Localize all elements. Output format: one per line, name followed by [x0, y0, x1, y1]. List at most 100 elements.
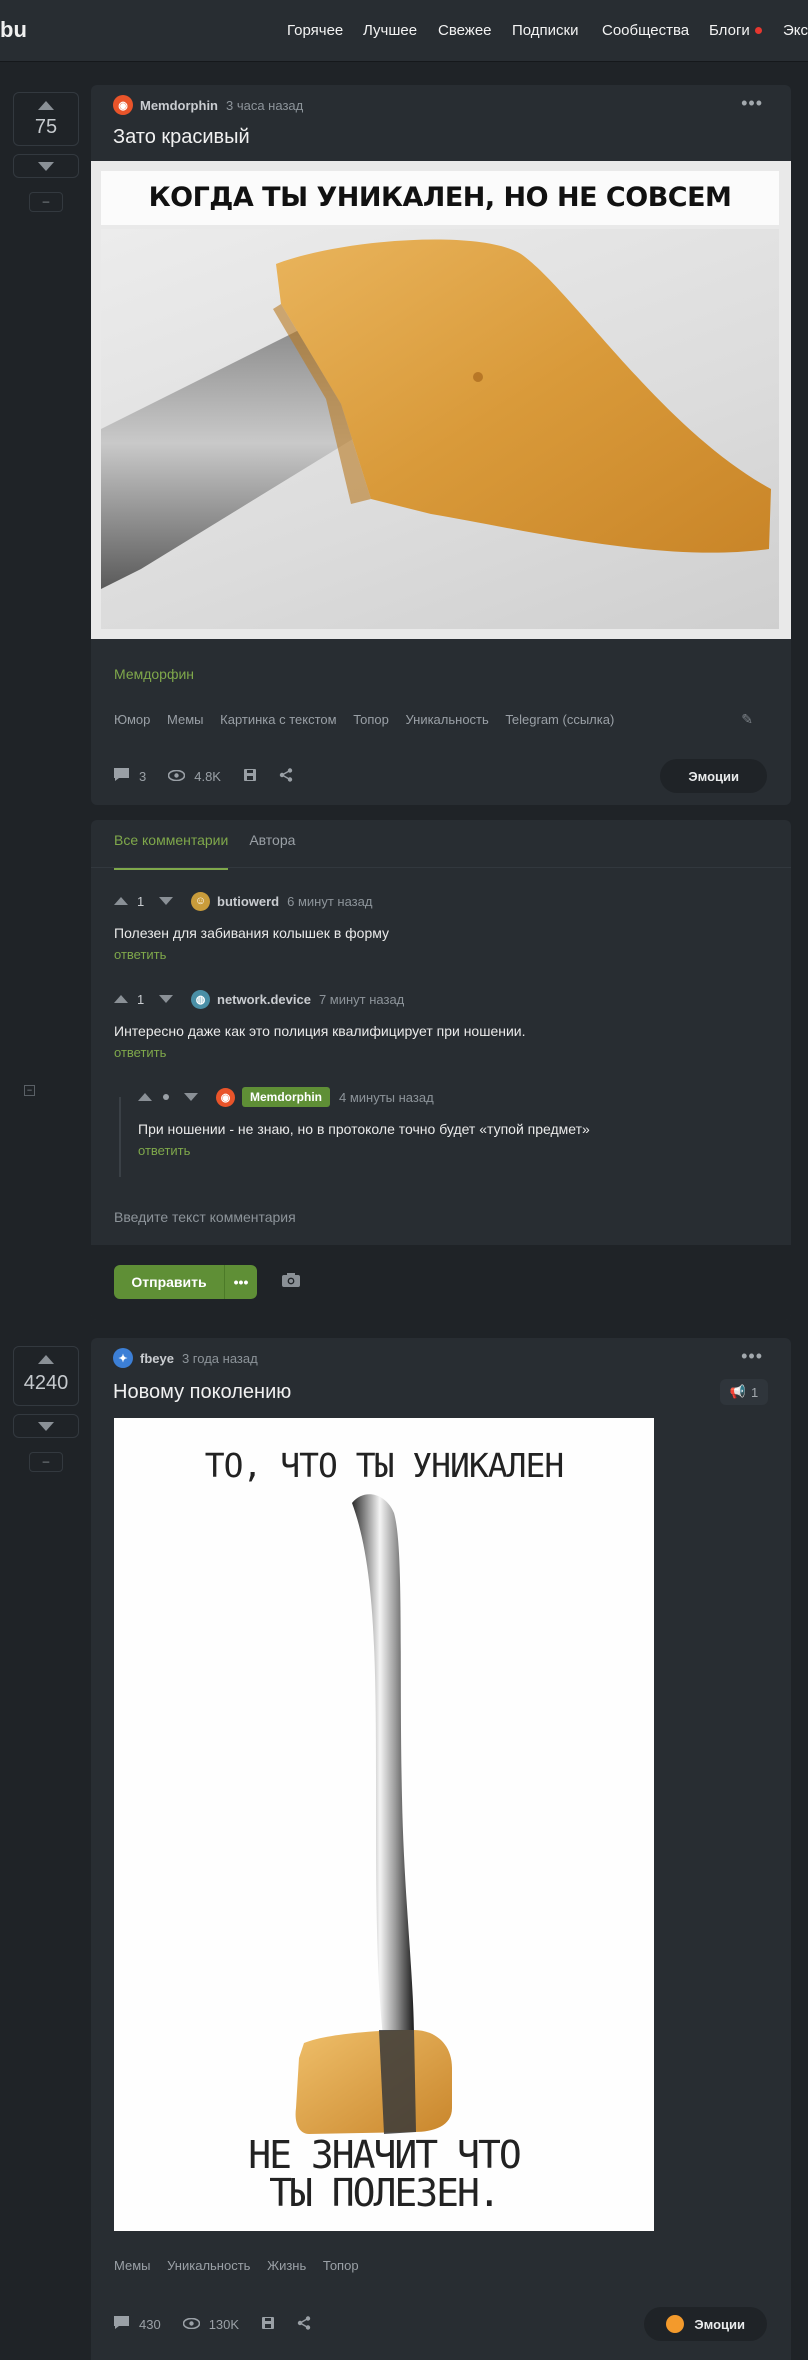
post1-community[interactable]: Мемдорфин [114, 666, 194, 682]
post2-author-row: ✦ fbeye 3 года назад [113, 1348, 258, 1368]
nav-blogs[interactable]: Блоги [709, 22, 762, 39]
save-icon[interactable] [243, 768, 257, 785]
nav-more[interactable]: Экс [783, 22, 808, 39]
comment-time[interactable]: 4 минуты назад [339, 1090, 434, 1105]
tag[interactable]: Мемы [167, 712, 204, 727]
nav-fresh[interactable]: Свежее [438, 22, 492, 39]
reply-link[interactable]: ответить [114, 1045, 526, 1060]
post1-time[interactable]: 3 часа назад [226, 98, 303, 113]
comment-downvote-icon[interactable] [184, 1093, 198, 1101]
avatar[interactable]: ◉ [113, 95, 133, 115]
tag[interactable]: Юмор [114, 712, 150, 727]
post1-image[interactable]: КОГДА ТЫ УНИКАЛЕН, НО НЕ СОВСЕМ ПОЛЕЗЕН [91, 161, 791, 639]
avatar[interactable]: ✦ [113, 1348, 133, 1368]
post1-title[interactable]: Зато красивый [113, 126, 250, 149]
post1-comments-count[interactable]: 3 [139, 769, 146, 784]
more-options-icon[interactable]: ••• [741, 1346, 763, 1367]
post2-author[interactable]: fbeye [140, 1351, 174, 1366]
post2-time[interactable]: 3 года назад [182, 1351, 258, 1366]
tag[interactable]: Жизнь [267, 2258, 306, 2273]
tag[interactable]: Уникальность [405, 712, 488, 727]
post2-vote: 4240 – [13, 1346, 79, 1472]
edit-tags-icon[interactable]: ✎ [741, 711, 753, 728]
save-icon[interactable] [261, 2316, 275, 2333]
post2-comments-count[interactable]: 430 [139, 2317, 161, 2332]
emotions-label: Эмоции [688, 768, 739, 784]
nav-hot[interactable]: Горячее [287, 22, 343, 39]
comment-text: Интересно даже как это полиция квалифици… [114, 1023, 526, 1039]
hide-post-button[interactable]: – [29, 192, 63, 212]
comment-icon[interactable] [113, 2315, 130, 2333]
post2-card: ✦ fbeye 3 года назад ••• Новому поколени… [91, 1338, 791, 2360]
send-button[interactable]: Отправить ••• [114, 1265, 257, 1299]
reply-link[interactable]: ответить [114, 947, 389, 962]
avatar[interactable]: ◍ [191, 989, 210, 1009]
downvote-button[interactable] [13, 1414, 79, 1438]
tabs-divider [91, 867, 791, 868]
comment: 1 ◍ network.device 7 минут назад Интерес… [114, 988, 526, 1060]
tag[interactable]: Топор [353, 712, 389, 727]
collapse-thread-icon[interactable]: − [24, 1085, 35, 1096]
nav-communities[interactable]: Сообщества [602, 22, 689, 39]
megaphone-icon: 📢 [729, 1384, 746, 1399]
emotions-label: Эмоции [694, 2316, 745, 2332]
upvote-icon[interactable] [38, 1355, 54, 1364]
comment-downvote-icon[interactable] [159, 897, 173, 905]
author-badge[interactable]: Memdorphin [242, 1087, 330, 1107]
comment-input-placeholder: Введите текст комментария [114, 1209, 296, 1225]
tag[interactable]: Уникальность [167, 2258, 250, 2273]
comment-author[interactable]: butiowerd [217, 894, 279, 909]
post1-author[interactable]: Memdorphin [140, 98, 218, 113]
more-options-icon[interactable]: ••• [741, 93, 763, 114]
tab-author-comments[interactable]: Автора [249, 832, 295, 870]
avatar[interactable]: ☺ [191, 891, 210, 911]
comment-input[interactable]: Введите текст комментария [91, 1195, 791, 1245]
nav-best[interactable]: Лучшее [363, 22, 417, 39]
share-icon[interactable] [279, 767, 293, 785]
comment-upvote-icon[interactable] [114, 995, 128, 1003]
comment-time[interactable]: 7 минут назад [319, 992, 404, 1007]
comment-header: 1 ☺ butiowerd 6 минут назад [114, 890, 389, 912]
tag[interactable]: Топор [323, 2258, 359, 2273]
upvote-icon[interactable] [38, 101, 54, 110]
top-header: bu Горячее Лучшее Свежее Подписки Сообще… [0, 0, 808, 62]
comment-time[interactable]: 6 минут назад [287, 894, 372, 909]
emotions-button[interactable]: Эмоции [644, 2307, 767, 2341]
reply-link[interactable]: ответить [138, 1143, 590, 1158]
comment-score: 1 [137, 991, 145, 1007]
comment-downvote-icon[interactable] [159, 995, 173, 1003]
promote-count: 1 [750, 1384, 759, 1400]
send-label: Отправить [131, 1274, 207, 1290]
comment-upvote-icon[interactable] [114, 897, 128, 905]
site-logo[interactable]: bu [0, 17, 27, 43]
post2-footer: 430 130K [113, 2315, 320, 2333]
post1-rating: 75 [34, 116, 58, 138]
promote-badge[interactable]: 📢 1 [720, 1379, 768, 1405]
thread-line[interactable] [119, 1097, 121, 1177]
views-icon [182, 2317, 201, 2332]
post1-footer: 3 4.8K [113, 767, 302, 785]
post2-title[interactable]: Новому поколению [113, 1381, 291, 1404]
comment-icon[interactable] [113, 767, 130, 785]
send-options-button[interactable]: ••• [224, 1265, 257, 1299]
tag[interactable]: Telegram (ссылка) [505, 712, 614, 727]
post2-caption-bottom-line2: ТЫ ПОЛЕЗЕН. [269, 2171, 501, 2215]
share-icon[interactable] [297, 2315, 311, 2333]
post1-vote-box: 75 [13, 92, 79, 146]
tag[interactable]: Картинка с текстом [220, 712, 336, 727]
downvote-button[interactable] [13, 154, 79, 178]
post2-image[interactable]: ТО, ЧТО ТЫ УНИКАЛЕН НЕ ЗНАЧИТ ЧТО ТЫ ПОЛ… [114, 1418, 654, 2231]
nav-subscriptions[interactable]: Подписки [512, 22, 579, 39]
avatar[interactable]: ◉ [216, 1087, 235, 1107]
hide-post-button[interactable]: – [29, 1452, 63, 1472]
comment-author[interactable]: network.device [217, 992, 311, 1007]
post2-vote-box: 4240 [13, 1346, 79, 1406]
comment-upvote-icon[interactable] [138, 1093, 152, 1101]
emotions-button[interactable]: Эмоции [660, 759, 767, 793]
tab-all-comments[interactable]: Все комментарии [114, 832, 229, 870]
post2-tags: Мемы Уникальность Жизнь Топор [114, 2258, 372, 2273]
camera-icon[interactable] [281, 1272, 301, 1288]
emotion-face-icon [666, 2315, 685, 2333]
tag[interactable]: Мемы [114, 2258, 151, 2273]
comments-section: Все комментарии Автора 1 ☺ butiowerd 6 м… [91, 820, 791, 1320]
